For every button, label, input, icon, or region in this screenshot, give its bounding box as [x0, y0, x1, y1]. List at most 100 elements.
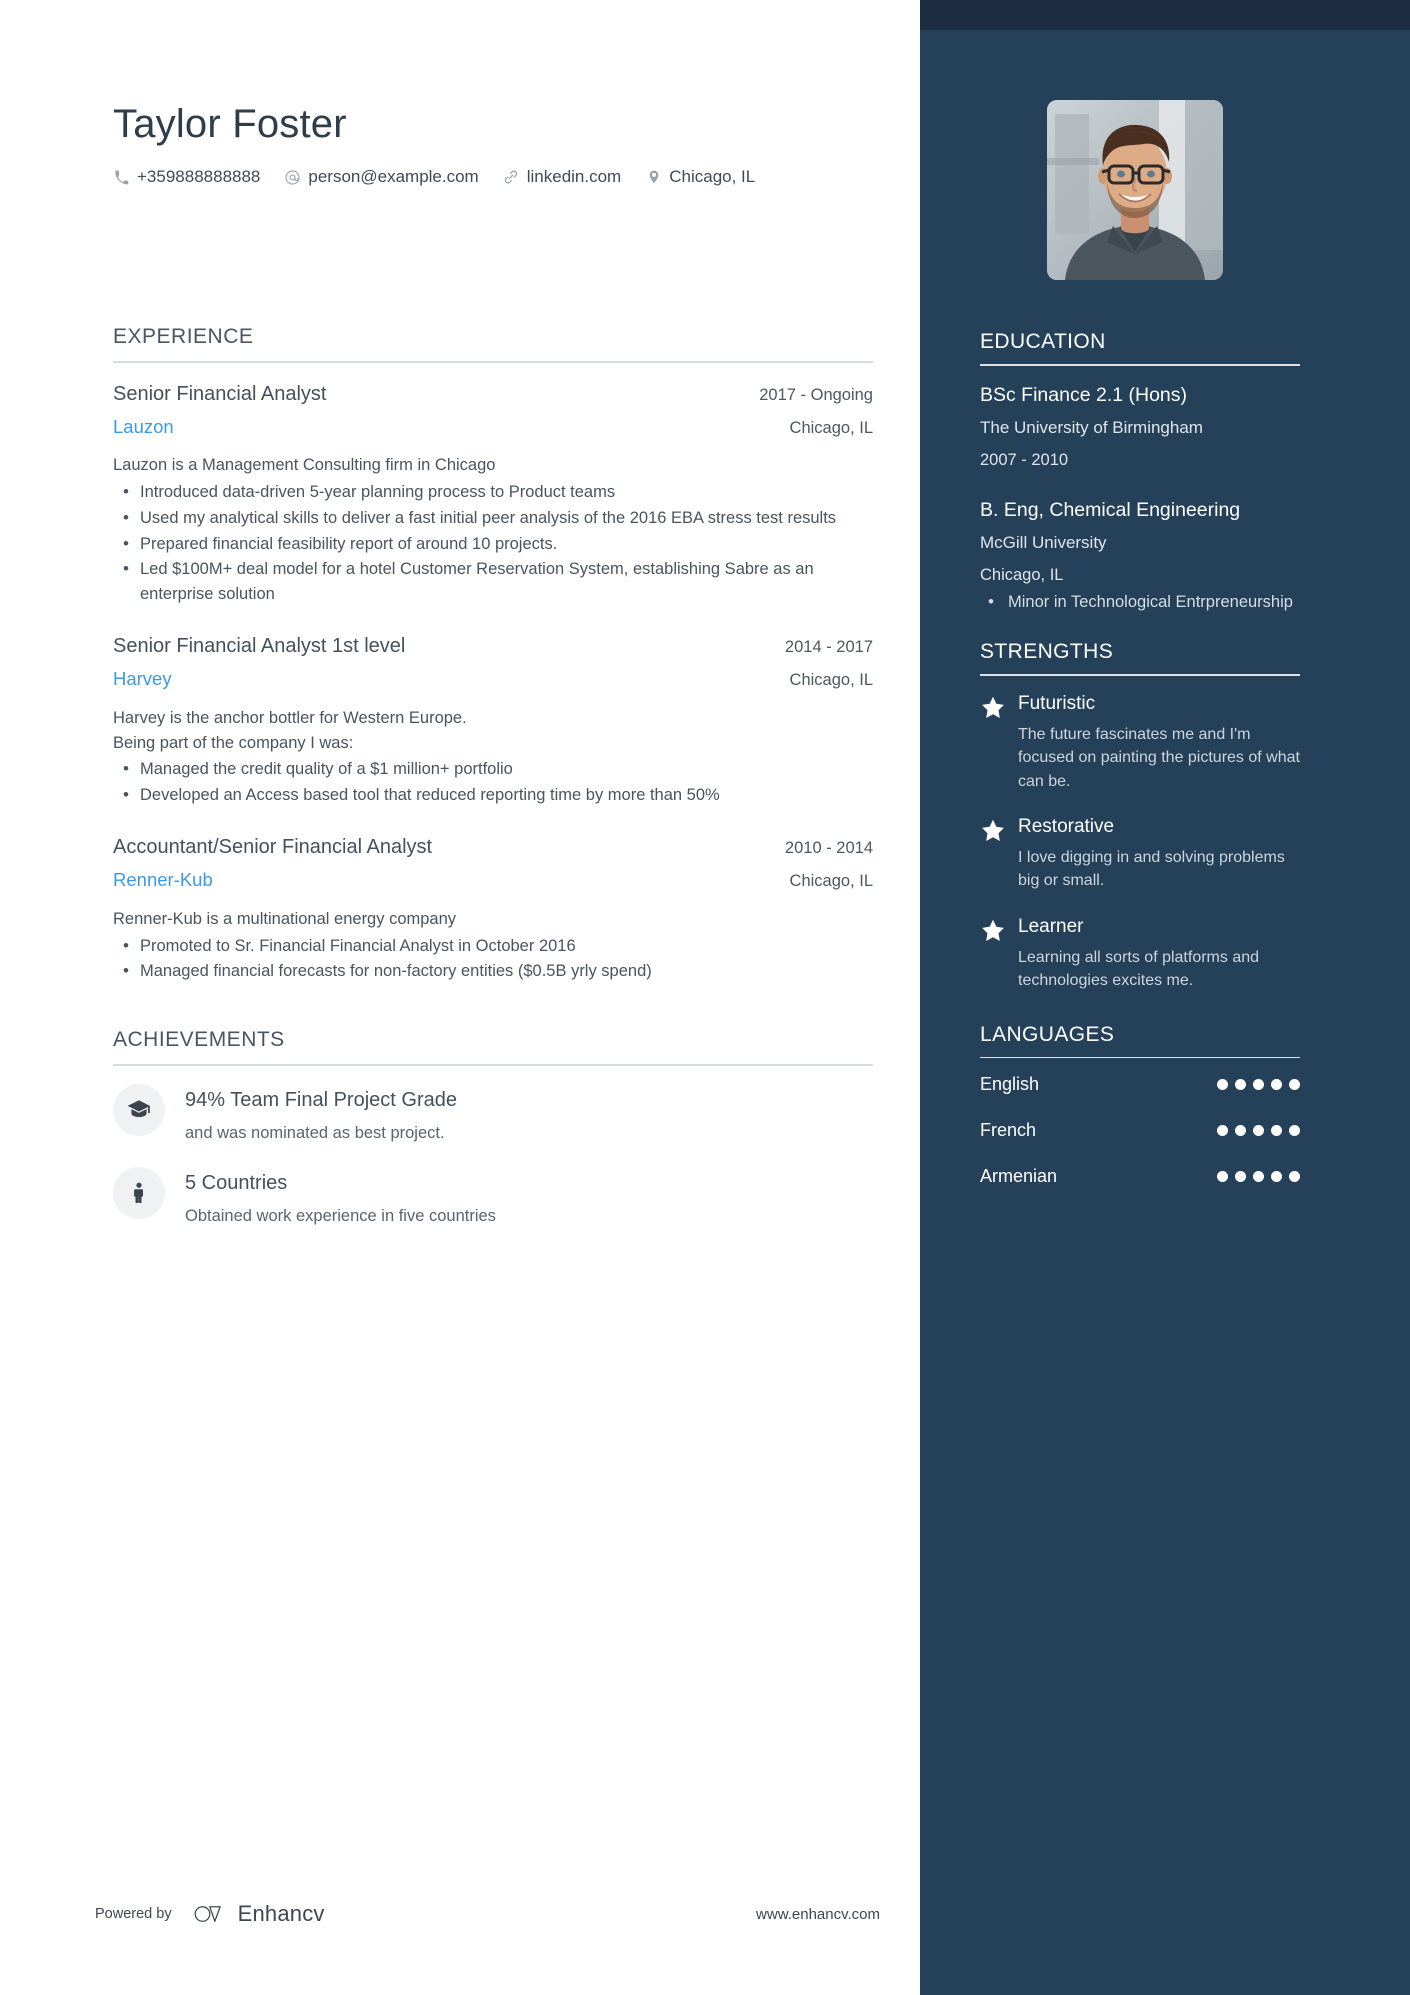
education-degree: BSc Finance 2.1 (Hons) [980, 383, 1188, 406]
job-bullet: Led $100M+ deal model for a hotel Custom… [113, 556, 873, 607]
job-title-row: Senior Financial Analyst 1st level 2014 … [113, 633, 873, 660]
contact-location[interactable]: Chicago, IL [645, 167, 755, 187]
footer: Powered by Enhancv www.enhancv.com [95, 1901, 880, 1927]
star-icon [980, 692, 1010, 721]
job-description: Lauzon is a Management Consulting firm i… [113, 456, 496, 475]
strengths-section: STRENGTHS Futuristic The future fascinat… [980, 640, 1300, 992]
language-level-dots [1217, 1125, 1300, 1137]
strength-body: Learner Learning all sorts of platforms … [1010, 915, 1300, 993]
achievement-body: 5 Countries Obtained work experience in … [185, 1167, 496, 1228]
language-item: French [980, 1120, 1300, 1141]
star-icon [980, 915, 1010, 944]
resume-header: Taylor Foster +359888888888 person@examp… [113, 100, 873, 187]
enhancv-logo-icon [194, 1903, 228, 1925]
experience-section: EXPERIENCE Senior Financial Analyst 2017… [113, 325, 873, 984]
sidebar-top-strip [920, 0, 1410, 30]
section-divider [980, 364, 1300, 366]
education-bullets: Minor in Technological Entrpreneurship [980, 590, 1300, 615]
languages-section: LANGUAGES English French Armenian [980, 1023, 1300, 1188]
level-dot [1271, 1171, 1282, 1183]
section-divider [113, 361, 873, 363]
level-dot [1271, 1125, 1282, 1137]
achievement-title: 94% Team Final Project Grade [185, 1088, 457, 1111]
job-title: Senior Financial Analyst 1st level [113, 634, 406, 657]
language-name: Armenian [980, 1166, 1058, 1187]
education-school: The University of Birmingham [980, 417, 1203, 437]
education-bullet: Minor in Technological Entrpreneurship [980, 590, 1300, 615]
education-degree: B. Eng, Chemical Engineering [980, 499, 1241, 522]
language-level-dots [1217, 1171, 1300, 1183]
level-dot [1235, 1171, 1246, 1183]
level-dot [1235, 1079, 1246, 1091]
experience-item: Senior Financial Analyst 2017 - Ongoing … [113, 381, 873, 607]
contact-linkedin-value: linkedin.com [526, 167, 622, 186]
job-description: Harvey is the anchor bottler for Western… [113, 708, 467, 752]
achievement-body: 94% Team Final Project Grade and was nom… [185, 1084, 457, 1145]
star-icon [980, 815, 1010, 844]
job-company-row: Harvey Chicago, IL [113, 660, 873, 692]
job-bullet: Prepared financial feasibility report of… [113, 531, 873, 557]
contact-phone-value: +359888888888 [137, 167, 261, 186]
job-bullet: Introduced data-driven 5-year planning p… [113, 479, 873, 505]
sidebar: EDUCATION BSc Finance 2.1 (Hons) The Uni… [920, 0, 1410, 1995]
education-item: BSc Finance 2.1 (Hons) The University of… [980, 382, 1300, 472]
contact-location-value: Chicago, IL [669, 167, 756, 186]
strength-description: I love digging in and solving problems b… [1018, 848, 1285, 890]
page-title: Taylor Foster [113, 102, 347, 146]
level-dot [1217, 1171, 1228, 1183]
achievements-section: ACHIEVEMENTS 94% Team Final Project Grad… [113, 1028, 873, 1228]
level-dot [1289, 1171, 1300, 1183]
strength-description: Learning all sorts of platforms and tech… [1018, 948, 1260, 990]
sidebar-content: EDUCATION BSc Finance 2.1 (Hons) The Uni… [980, 330, 1300, 1212]
section-divider [113, 1064, 873, 1066]
language-name: English [980, 1074, 1040, 1095]
job-title: Senior Financial Analyst [113, 382, 327, 405]
level-dot [1289, 1079, 1300, 1091]
contact-email[interactable]: person@example.com [284, 167, 479, 187]
contact-phone[interactable]: +359888888888 [113, 167, 260, 187]
level-dot [1253, 1079, 1264, 1091]
avatar-photo [1047, 100, 1223, 280]
job-bullets: Promoted to Sr. Financial Financial Anal… [113, 933, 873, 985]
education-item: B. Eng, Chemical Engineering McGill Univ… [980, 497, 1300, 614]
job-company-link[interactable]: Renner-Kub [113, 868, 213, 893]
strength-name: Futuristic [1018, 692, 1096, 714]
level-dot [1217, 1079, 1228, 1091]
location-pin-icon [645, 169, 662, 186]
achievement-title: 5 Countries [185, 1171, 288, 1194]
footer-url[interactable]: www.enhancv.com [756, 1906, 880, 1923]
strength-name: Learner [1018, 915, 1084, 937]
achievement-item: 94% Team Final Project Grade and was nom… [113, 1083, 873, 1145]
achievement-description: Obtained work experience in five countri… [185, 1206, 496, 1225]
section-divider [980, 1056, 1300, 1059]
level-dot [1271, 1079, 1282, 1091]
strength-body: Restorative I love digging in and solvin… [1010, 815, 1300, 893]
level-dot [1253, 1125, 1264, 1137]
strength-item: Learner Learning all sorts of platforms … [980, 915, 1300, 993]
achievement-item: 5 Countries Obtained work experience in … [113, 1166, 873, 1228]
strength-item: Restorative I love digging in and solvin… [980, 815, 1300, 893]
contact-row: +359888888888 person@example.com linkedi… [113, 167, 873, 187]
strength-item: Futuristic The future fascinates me and … [980, 692, 1300, 793]
brand: Enhancv [194, 1901, 325, 1927]
contact-linkedin[interactable]: linkedin.com [503, 167, 622, 187]
job-company-link[interactable]: Harvey [113, 667, 172, 692]
job-company-row: Renner-Kub Chicago, IL [113, 861, 873, 893]
language-name: French [980, 1120, 1037, 1141]
job-company-link[interactable]: Lauzon [113, 415, 174, 440]
level-dot [1289, 1125, 1300, 1137]
education-section: EDUCATION BSc Finance 2.1 (Hons) The Uni… [980, 330, 1300, 614]
footer-brand-group: Powered by Enhancv [95, 1901, 325, 1927]
job-dates: 2017 - Ongoing [759, 385, 873, 404]
avatar [1047, 100, 1223, 280]
job-bullets: Introduced data-driven 5-year planning p… [113, 479, 873, 607]
job-bullet: Managed the credit quality of a $1 milli… [113, 756, 873, 782]
section-title-achievements: ACHIEVEMENTS [113, 1028, 285, 1052]
achievement-description: and was nominated as best project. [185, 1123, 445, 1142]
job-bullets: Managed the credit quality of a $1 milli… [113, 756, 873, 808]
level-dot [1235, 1125, 1246, 1137]
job-company-row: Lauzon Chicago, IL [113, 408, 873, 440]
job-bullet: Promoted to Sr. Financial Financial Anal… [113, 933, 873, 959]
language-item: English [980, 1074, 1300, 1095]
job-title-row: Accountant/Senior Financial Analyst 2010… [113, 834, 873, 861]
